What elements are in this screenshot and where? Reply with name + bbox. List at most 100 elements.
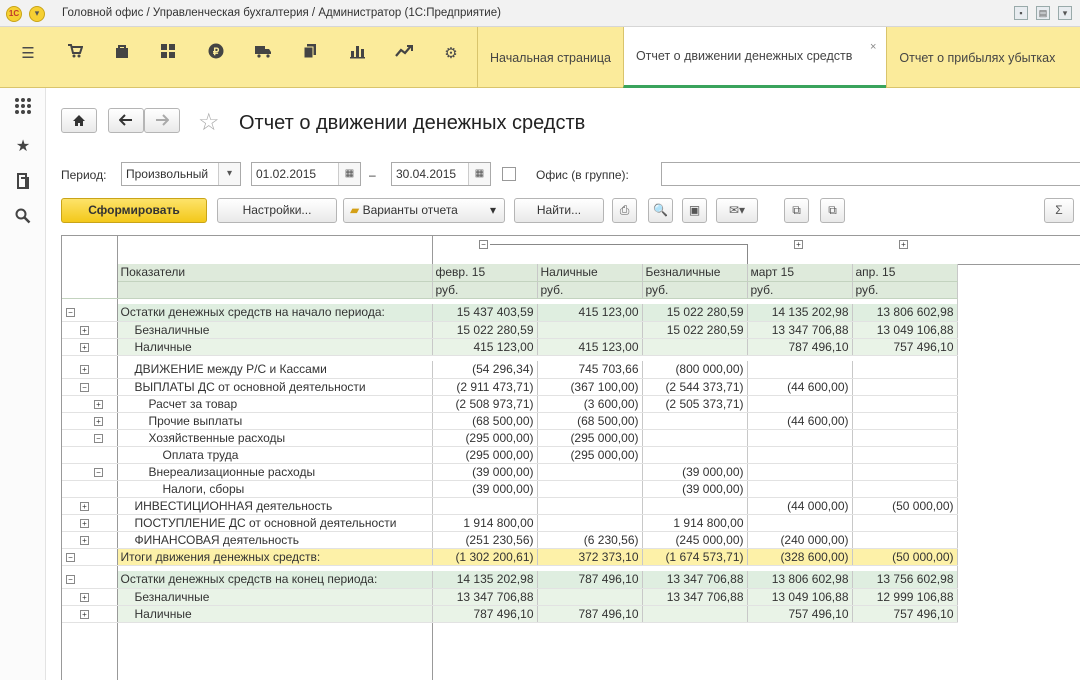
grid-icon[interactable] bbox=[157, 43, 179, 65]
tab-profit-loss[interactable]: Отчет о прибылях убытках bbox=[886, 27, 1067, 88]
expand-icon[interactable]: + bbox=[794, 240, 803, 249]
table-row[interactable]: + Безналичные 15 022 280,59 15 022 280,59 13… bbox=[62, 321, 958, 339]
print-icon[interactable]: ▤ bbox=[1036, 6, 1050, 20]
row-label: Безналичные bbox=[117, 321, 433, 339]
history-icon[interactable] bbox=[12, 172, 34, 194]
cart-icon[interactable] bbox=[64, 43, 86, 65]
expand-icon[interactable]: + bbox=[94, 399, 103, 409]
expand-icon[interactable]: + bbox=[80, 365, 89, 374]
menu-icon[interactable]: ☰ bbox=[17, 43, 39, 65]
indicator-header: Показатели bbox=[117, 264, 433, 282]
collapse-icon[interactable]: − bbox=[94, 433, 103, 443]
main-menu-icon[interactable]: ▾ bbox=[29, 6, 45, 22]
date-to-field[interactable]: 30.04.2015 ▦ bbox=[391, 162, 491, 186]
expand-icon[interactable]: + bbox=[80, 501, 89, 511]
table-row[interactable]: + ИНВЕСТИЦИОННАЯ деятельность (44 000,00)(… bbox=[62, 497, 958, 515]
expand-icon[interactable]: + bbox=[80, 325, 89, 335]
generate-button[interactable]: Сформировать bbox=[61, 198, 207, 223]
close-icon[interactable]: × bbox=[870, 41, 876, 53]
sum-button[interactable]: Σ bbox=[1044, 198, 1074, 223]
save-icon[interactable]: ▪ bbox=[1014, 6, 1028, 20]
expand-icon[interactable]: + bbox=[80, 609, 89, 619]
value-cell: (295 000,00) bbox=[432, 446, 538, 464]
table-row[interactable]: − Остатки денежных средств на конец перио… bbox=[62, 571, 958, 589]
collapse-icon[interactable]: − bbox=[66, 308, 75, 317]
apps-icon[interactable] bbox=[12, 97, 34, 119]
save-button[interactable]: ▣ bbox=[682, 198, 707, 223]
table-row[interactable]: Оплата труда (295 000,00) (295 000,00) bbox=[62, 446, 958, 464]
bag-icon[interactable] bbox=[111, 43, 133, 65]
table-row[interactable]: − ВЫПЛАТЫ ДС от основной деятельности (2 9… bbox=[62, 378, 958, 396]
value-cell: (50 000,00) bbox=[852, 497, 958, 515]
search-icon[interactable] bbox=[12, 208, 34, 230]
office-group-checkbox[interactable] bbox=[502, 167, 516, 181]
tab-cashflow-report[interactable]: Отчет о движении денежных средств × bbox=[622, 27, 887, 88]
table-row[interactable]: + Безналичные 13 347 706,88 13 347 706,88 13… bbox=[62, 588, 958, 606]
table-row[interactable]: Налоги, сборы (39 000,00) (39 000,00) bbox=[62, 480, 958, 498]
expand-icon[interactable]: + bbox=[899, 240, 908, 249]
date-from-field[interactable]: 01.02.2015 ▦ bbox=[251, 162, 361, 186]
expand-icon[interactable]: + bbox=[80, 535, 89, 545]
trend-icon[interactable] bbox=[393, 43, 415, 65]
tab-home[interactable]: Начальная страница bbox=[477, 27, 623, 88]
collapse-icon[interactable]: − bbox=[80, 382, 89, 392]
collapse-icon[interactable]: − bbox=[94, 467, 103, 477]
table-row[interactable]: + ПОСТУПЛЕНИЕ ДС от основной деятельности… bbox=[62, 514, 958, 532]
value-cell: 757 496,10 bbox=[852, 338, 958, 356]
collapse-icon[interactable]: − bbox=[66, 575, 75, 584]
table-row[interactable]: − Внереализационные расходы (39 000,00) (39… bbox=[62, 463, 958, 481]
expand-icon[interactable]: + bbox=[80, 592, 89, 602]
table-row[interactable]: − Хозяйственные расходы (295 000,00) (295 0… bbox=[62, 429, 958, 447]
star-icon[interactable]: ★ bbox=[12, 136, 34, 158]
copy-button[interactable]: ⧉ bbox=[784, 198, 809, 223]
calendar-icon[interactable]: ▦ bbox=[468, 163, 490, 185]
value-cell: (2 505 373,71) bbox=[642, 395, 748, 413]
table-row[interactable]: + Расчет за товар (2 508 973,71) (3 600,00)… bbox=[62, 395, 958, 413]
svg-text:₽: ₽ bbox=[213, 47, 220, 58]
table-row[interactable]: + Наличные 415 123,00 415 123,00 787 496,10 7… bbox=[62, 338, 958, 356]
office-input[interactable] bbox=[661, 162, 1080, 186]
tab-label: Отчет о прибылях убытках bbox=[899, 50, 1056, 65]
preview-button[interactable]: 🔍 bbox=[648, 198, 673, 223]
chevron-down-icon[interactable]: ▾ bbox=[218, 163, 240, 185]
print-button[interactable]: ⎙ bbox=[612, 198, 637, 223]
ruble-icon[interactable]: ₽ bbox=[205, 43, 227, 65]
table-row[interactable]: − Остатки денежных средств на начало пери… bbox=[62, 304, 958, 322]
bar-chart-icon[interactable] bbox=[346, 43, 368, 65]
group-bracket bbox=[747, 244, 748, 264]
office-label: Офис (в группе): bbox=[536, 168, 629, 182]
collapse-icon[interactable]: − bbox=[479, 240, 488, 249]
truck-icon[interactable] bbox=[252, 43, 274, 65]
tree-cell: + bbox=[62, 412, 118, 430]
value-cell bbox=[537, 514, 643, 532]
value-cell: (50 000,00) bbox=[852, 548, 958, 566]
forward-button[interactable] bbox=[144, 108, 180, 133]
expand-icon[interactable]: + bbox=[80, 518, 89, 528]
expand-icon[interactable]: + bbox=[94, 416, 103, 426]
value-cell bbox=[747, 395, 853, 413]
calendar-icon[interactable]: ▦ bbox=[338, 163, 360, 185]
paste-button[interactable]: ⧉ bbox=[820, 198, 845, 223]
favorite-star-icon[interactable]: ☆ bbox=[198, 108, 220, 137]
send-email-button[interactable]: ✉▾ bbox=[716, 198, 758, 223]
table-row[interactable]: + ДВИЖЕНИЕ между Р/С и Кассами (54 296,34)… bbox=[62, 361, 958, 379]
value-cell: 13 806 602,98 bbox=[852, 304, 958, 322]
back-button[interactable] bbox=[108, 108, 144, 133]
gear-icon[interactable]: ⚙ bbox=[440, 43, 462, 65]
report-spreadsheet[interactable]: − + + Показатели февр. 15 Наличные Безна… bbox=[61, 235, 1080, 680]
table-row[interactable]: + Прочие выплаты (68 500,00) (68 500,00) (44… bbox=[62, 412, 958, 430]
home-button[interactable] bbox=[61, 108, 97, 133]
value-cell: (2 911 473,71) bbox=[432, 378, 538, 396]
row-label: Оплата труда bbox=[117, 446, 433, 464]
table-row[interactable]: + Наличные 787 496,10 787 496,10 757 496,10 7… bbox=[62, 605, 958, 623]
documents-icon[interactable] bbox=[299, 43, 321, 65]
table-row[interactable]: + ФИНАНСОВАЯ деятельность (251 230,56) (6 2… bbox=[62, 531, 958, 549]
collapse-icon[interactable]: − bbox=[66, 552, 75, 562]
table-row[interactable]: − Итоги движения денежных средств: (1 302 … bbox=[62, 548, 958, 566]
window-menu-icon[interactable]: ▾ bbox=[1058, 6, 1072, 20]
find-button[interactable]: Найти... bbox=[514, 198, 604, 223]
report-variants-button[interactable]: ▰ Варианты отчета ▾ bbox=[343, 198, 505, 223]
period-select[interactable]: Произвольный ▾ bbox=[121, 162, 241, 186]
settings-button[interactable]: Настройки... bbox=[217, 198, 337, 223]
expand-icon[interactable]: + bbox=[80, 342, 89, 352]
